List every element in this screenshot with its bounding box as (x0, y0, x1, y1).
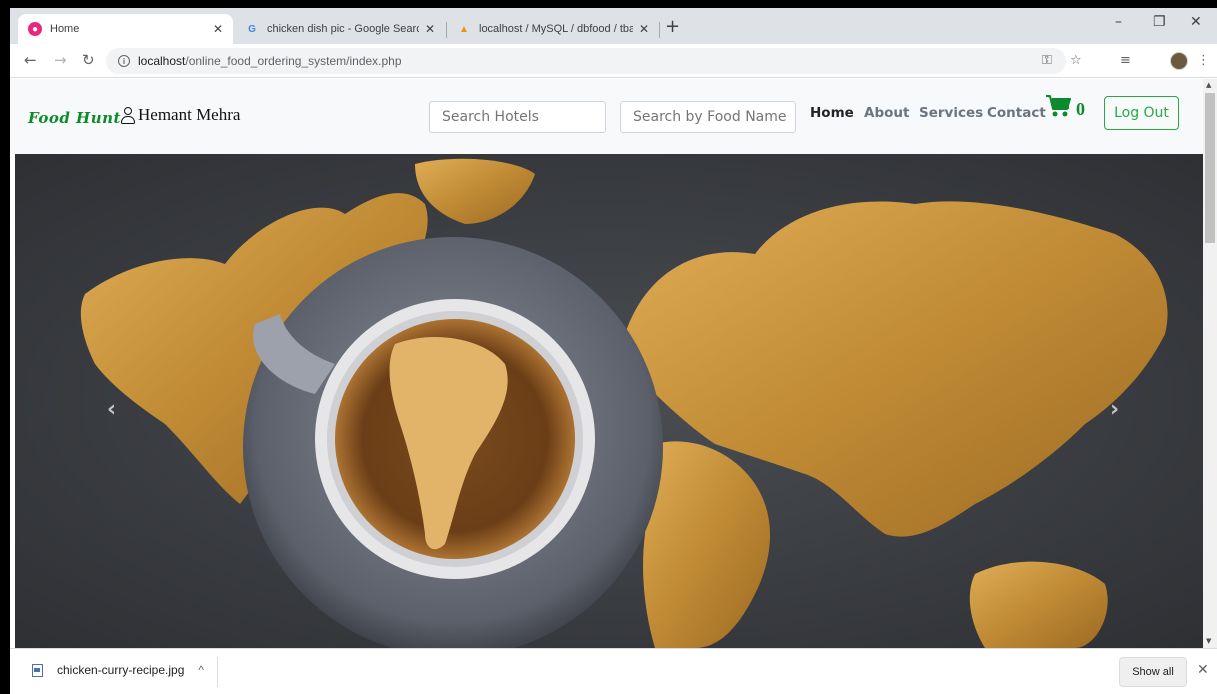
tab-home[interactable]: ● Home ✕ (18, 14, 233, 44)
media-icon[interactable]: ≡ (1120, 53, 1131, 68)
tab-strip: ● Home ✕ G chicken dish pic - Google Sea… (10, 8, 1217, 44)
logout-button[interactable]: Log Out (1104, 96, 1179, 130)
user-icon (120, 106, 136, 124)
show-all-button[interactable]: Show all (1119, 657, 1187, 687)
user-profile: Hemant Mehra (120, 105, 240, 125)
browser-window: ● Home ✕ G chicken dish pic - Google Sea… (10, 8, 1217, 694)
page-scrollbar[interactable]: ▲ ▼ (1203, 79, 1217, 648)
site-navbar: Food Hunt Hemant Mehra Home About Servic… (10, 79, 1203, 154)
site-info-icon[interactable]: i (118, 55, 130, 67)
tab-google-search[interactable]: G chicken dish pic - Google Search ✕ (235, 14, 445, 44)
browser-toolbar: ← → ↻ i localhost/online_food_ordering_s… (10, 44, 1217, 78)
url-path: /online_food_ordering_system/index.php (185, 54, 402, 68)
close-window-icon[interactable]: ✕ (1190, 14, 1202, 30)
hero-image (15, 154, 1203, 648)
close-tab-icon[interactable]: ✕ (425, 22, 435, 36)
download-file-name: chicken-curry-recipe.jpg (57, 663, 185, 677)
hero-carousel: ‹ › (15, 154, 1203, 648)
phpmyadmin-favicon-icon: ▲ (459, 23, 469, 35)
address-bar[interactable]: i localhost/online_food_ordering_system/… (106, 48, 1066, 74)
cart-count: 0 (1076, 99, 1085, 119)
tab-phpmyadmin[interactable]: ▲ localhost / MySQL / dbfood / tba ✕ (447, 14, 659, 44)
new-tab-button[interactable]: + (665, 18, 680, 36)
close-tab-icon[interactable]: ✕ (639, 22, 649, 36)
nav-about[interactable]: About (864, 105, 909, 121)
minimize-icon[interactable]: – (1115, 14, 1122, 30)
nav-services[interactable]: Services (919, 105, 983, 121)
close-download-bar-icon[interactable]: ✕ (1197, 662, 1209, 678)
profile-avatar[interactable] (1170, 52, 1188, 70)
scroll-up-icon[interactable]: ▲ (1206, 81, 1211, 89)
download-item[interactable]: chicken-curry-recipe.jpg ^ (32, 663, 204, 677)
carousel-prev-icon[interactable]: ‹ (107, 397, 116, 422)
search-hotels-input[interactable] (429, 101, 606, 133)
close-tab-icon[interactable]: ✕ (213, 22, 223, 36)
reload-icon[interactable]: ↻ (82, 51, 95, 69)
carousel-next-icon[interactable]: › (1110, 397, 1119, 422)
tab-title: localhost / MySQL / dbfood / tba (479, 23, 633, 35)
star-icon[interactable]: ☆ (1070, 53, 1082, 68)
tab-title: Home (50, 23, 80, 35)
download-expand-icon[interactable]: ^ (198, 663, 204, 677)
tab-title: chicken dish pic - Google Search (267, 23, 419, 35)
back-icon[interactable]: ← (24, 51, 37, 69)
scroll-down-icon[interactable]: ▼ (1206, 637, 1211, 645)
google-favicon-icon: G (248, 23, 256, 35)
menu-dots-icon[interactable]: ⋮ (1197, 53, 1210, 68)
download-separator (217, 657, 218, 687)
restore-icon[interactable]: ❐ (1153, 14, 1166, 30)
key-icon[interactable]: ⚿ (1042, 53, 1052, 68)
search-food-input[interactable] (620, 101, 796, 133)
forward-icon[interactable]: → (54, 51, 67, 69)
url-host: localhost (138, 54, 186, 68)
download-bar: chicken-curry-recipe.jpg ^ Show all ✕ (10, 648, 1217, 694)
tab-separator (659, 22, 660, 38)
brand-logo[interactable]: Food Hunt (28, 109, 121, 127)
site-favicon-icon: ● (28, 22, 42, 36)
scrollbar-thumb[interactable] (1205, 93, 1215, 243)
user-name: Hemant Mehra (138, 105, 241, 124)
nav-home[interactable]: Home (810, 105, 854, 121)
nav-contact[interactable]: Contact (987, 105, 1046, 121)
cart-icon[interactable] (1045, 93, 1071, 119)
image-file-icon (32, 663, 43, 677)
